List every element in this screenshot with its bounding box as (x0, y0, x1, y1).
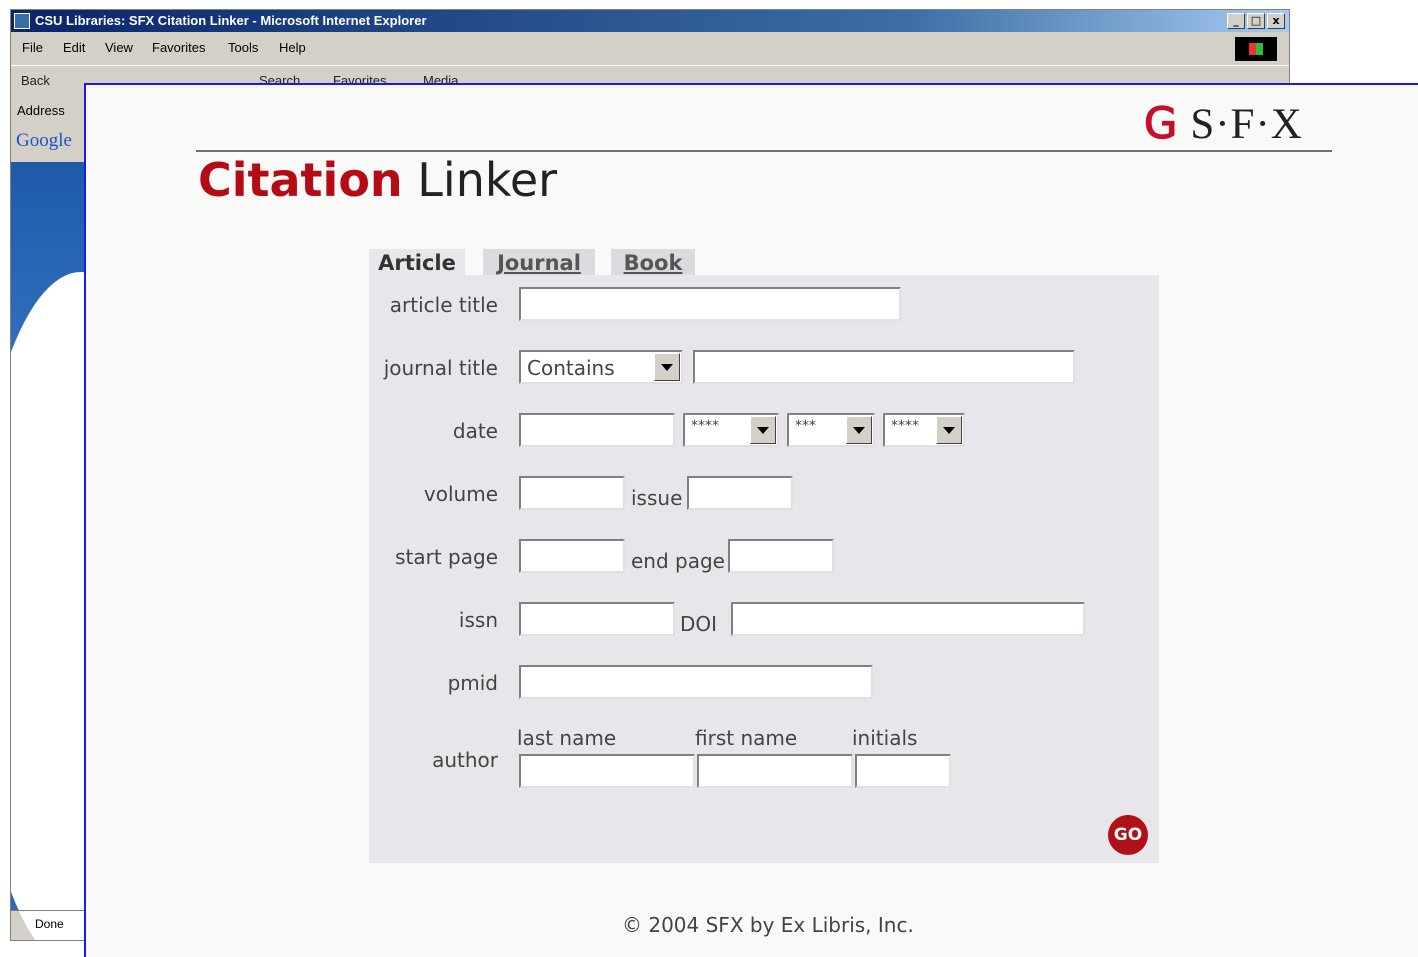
citation-form: article title journal title Contains dat… (369, 275, 1159, 863)
volume-label: volume (423, 482, 498, 506)
chevron-down-icon (750, 416, 776, 444)
date-month-value: *** (795, 418, 816, 434)
issue-label: issue (631, 486, 683, 510)
chevron-down-icon (654, 353, 680, 381)
go-button[interactable]: GO (1108, 815, 1148, 855)
date-label: date (452, 419, 498, 443)
issn-label: issn (458, 608, 498, 632)
menu-edit[interactable]: Edit (63, 40, 85, 55)
journal-match-value: Contains (527, 356, 615, 380)
tab-article[interactable]: Article (369, 249, 465, 275)
menu-file[interactable]: File (22, 40, 43, 55)
citation-linker-panel: 𝖦 S·F·X Citation Linker Article Journal B… (84, 83, 1418, 957)
menu-view[interactable]: View (105, 40, 133, 55)
volume-input[interactable] (519, 476, 625, 510)
page-title-rest: Linker (417, 153, 558, 207)
date-year-value: **** (691, 418, 719, 434)
initials-label: initials (852, 726, 918, 750)
page-background (11, 162, 191, 940)
status-text: Done (35, 917, 64, 931)
start-page-label: start page (395, 545, 498, 569)
close-button[interactable]: x (1267, 13, 1285, 29)
tab-journal[interactable]: Journal (483, 249, 595, 275)
header-divider (196, 150, 1332, 152)
page-title: Citation Linker (198, 153, 557, 207)
menu-bar: File Edit View Favorites Tools Help (11, 34, 1289, 61)
start-page-input[interactable] (519, 539, 625, 573)
address-label: Address (17, 103, 65, 118)
initials-input[interactable] (855, 754, 951, 788)
page-title-bold: Citation (198, 153, 403, 207)
sfx-logo: 𝖦 S·F·X (1144, 99, 1303, 149)
ie-app-icon (14, 13, 30, 29)
date-month-select[interactable]: *** (787, 413, 875, 447)
chevron-down-icon (936, 416, 962, 444)
issn-input[interactable] (519, 602, 675, 636)
end-page-input[interactable] (728, 539, 834, 573)
menu-help[interactable]: Help (279, 40, 306, 55)
date-year-select[interactable]: **** (683, 413, 779, 447)
last-name-label: last name (517, 726, 617, 750)
copyright-footer: © 2004 SFX by Ex Libris, Inc. (622, 913, 914, 937)
maximize-button[interactable]: □ (1247, 13, 1265, 29)
end-page-label: end page (631, 549, 725, 573)
menu-favorites[interactable]: Favorites (152, 40, 205, 55)
google-logo[interactable]: Google (16, 130, 72, 152)
date-input[interactable] (519, 413, 675, 447)
journal-title-input[interactable] (693, 350, 1075, 384)
sfx-logo-text: S·F·X (1190, 101, 1303, 148)
date-day-select[interactable]: **** (883, 413, 965, 447)
title-bar: CSU Libraries: SFX Citation Linker - Mic… (11, 10, 1289, 32)
doi-label: DOI (680, 612, 718, 636)
pmid-input[interactable] (519, 665, 873, 699)
article-title-input[interactable] (519, 287, 901, 321)
journal-title-label: journal title (383, 356, 498, 380)
doi-input[interactable] (731, 602, 1085, 636)
first-name-label: first name (695, 726, 798, 750)
journal-match-select[interactable]: Contains (519, 350, 683, 384)
menu-tools[interactable]: Tools (228, 40, 258, 55)
back-button[interactable]: Back (21, 73, 50, 88)
first-name-input[interactable] (697, 754, 853, 788)
minimize-button[interactable]: _ (1227, 13, 1245, 29)
article-title-label: article title (389, 293, 498, 317)
sfx-swirl-icon: 𝖦 (1144, 99, 1179, 149)
window-title: CSU Libraries: SFX Citation Linker - Mic… (35, 13, 427, 28)
date-day-value: **** (891, 418, 919, 434)
chevron-down-icon (846, 416, 872, 444)
author-label: author (432, 748, 498, 772)
pmid-label: pmid (447, 671, 498, 695)
issue-input[interactable] (687, 476, 793, 510)
last-name-input[interactable] (519, 754, 695, 788)
windows-logo-icon (1235, 37, 1277, 61)
tab-book[interactable]: Book (611, 249, 695, 275)
